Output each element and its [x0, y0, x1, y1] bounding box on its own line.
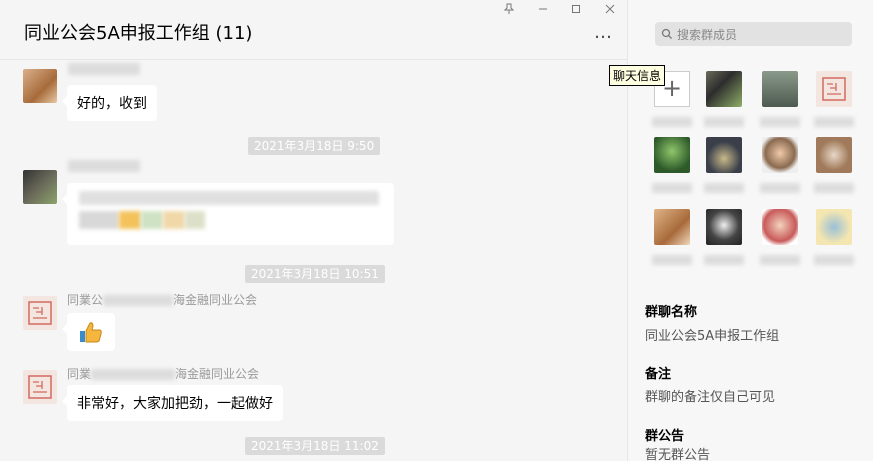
announcement-label: 群公告 [645, 429, 685, 444]
group-name-label: 群聊名称 [645, 305, 698, 320]
member-avatar[interactable] [762, 71, 798, 107]
pin-icon[interactable] [498, 3, 520, 19]
message-bubble: 非常好，大家加把劲，一起做好 [62, 385, 283, 421]
timestamp-badge: 2021年3月18日 10:51 [245, 265, 385, 283]
minimize-icon[interactable] [532, 3, 554, 19]
member-avatar[interactable] [816, 209, 852, 245]
sender-name: 同業 海金融同业公会 [67, 367, 260, 381]
member-avatar[interactable] [816, 137, 852, 173]
thumbs-up-emoji [80, 322, 102, 343]
member-name-redacted [652, 117, 692, 127]
member-name-redacted [814, 117, 854, 127]
member-name-redacted [652, 183, 692, 193]
redacted-text [79, 211, 119, 229]
member-search-input[interactable]: 搜索群成员 [655, 22, 852, 46]
member-avatar[interactable] [654, 137, 690, 173]
group-name-value[interactable]: 同业公会5A申报工作组 [645, 325, 779, 344]
redacted-emoji [163, 211, 185, 229]
timestamp-badge: 2021年3月18日 9:50 [248, 137, 381, 155]
sender-name-redacted [68, 63, 140, 75]
maximize-icon[interactable] [565, 3, 587, 19]
remark-label: 备注 [645, 367, 672, 382]
member-avatar[interactable] [706, 209, 742, 245]
more-button[interactable]: … [594, 24, 613, 42]
message-bubble [62, 183, 394, 245]
avatar[interactable] [23, 296, 57, 330]
timestamp-badge: 2021年3月18日 11:02 [245, 437, 385, 455]
redacted-emoji [141, 211, 163, 229]
redacted-emoji [119, 211, 141, 229]
remark-value[interactable]: 群聊的备注仅自己可见 [645, 386, 775, 405]
member-name-redacted [704, 117, 744, 127]
member-avatar[interactable] [706, 137, 742, 173]
avatar[interactable] [23, 170, 57, 204]
member-avatar[interactable] [762, 137, 798, 173]
avatar[interactable] [23, 69, 57, 103]
redacted-emoji [185, 211, 205, 229]
avatar[interactable] [23, 370, 57, 404]
close-icon[interactable] [599, 3, 621, 19]
member-name-redacted [814, 183, 854, 193]
chat-pane: 同业公会5A申报工作组 (11) … 好的，收到 2021年3月18日 9:50… [0, 0, 627, 461]
chat-title-bar: 同业公会5A申报工作组 (11) … [0, 0, 627, 60]
member-name-redacted [652, 255, 692, 265]
announcement-value[interactable]: 暂无群公告 [645, 444, 710, 461]
member-avatar[interactable] [816, 71, 852, 107]
member-name-redacted [760, 117, 800, 127]
search-icon [661, 28, 673, 40]
tooltip-chat-info: 聊天信息 [609, 65, 666, 86]
member-name-redacted [814, 255, 854, 265]
sender-name-redacted [68, 160, 140, 172]
member-name-redacted [760, 183, 800, 193]
message-bubble: 好的，收到 [62, 85, 157, 121]
member-name-redacted [760, 255, 800, 265]
member-name-redacted [704, 255, 744, 265]
emoji-bubble [62, 313, 115, 351]
redacted-text [91, 369, 176, 380]
chat-title: 同业公会5A申报工作组 (11) [24, 23, 253, 44]
redacted-text [103, 295, 174, 306]
member-avatar[interactable] [706, 71, 742, 107]
search-placeholder: 搜索群成员 [677, 28, 738, 42]
sender-name: 同業公 海金融同业公会 [67, 293, 258, 307]
redacted-text [79, 191, 379, 205]
member-avatar[interactable] [654, 209, 690, 245]
member-name-redacted [704, 183, 744, 193]
member-avatar[interactable] [762, 209, 798, 245]
